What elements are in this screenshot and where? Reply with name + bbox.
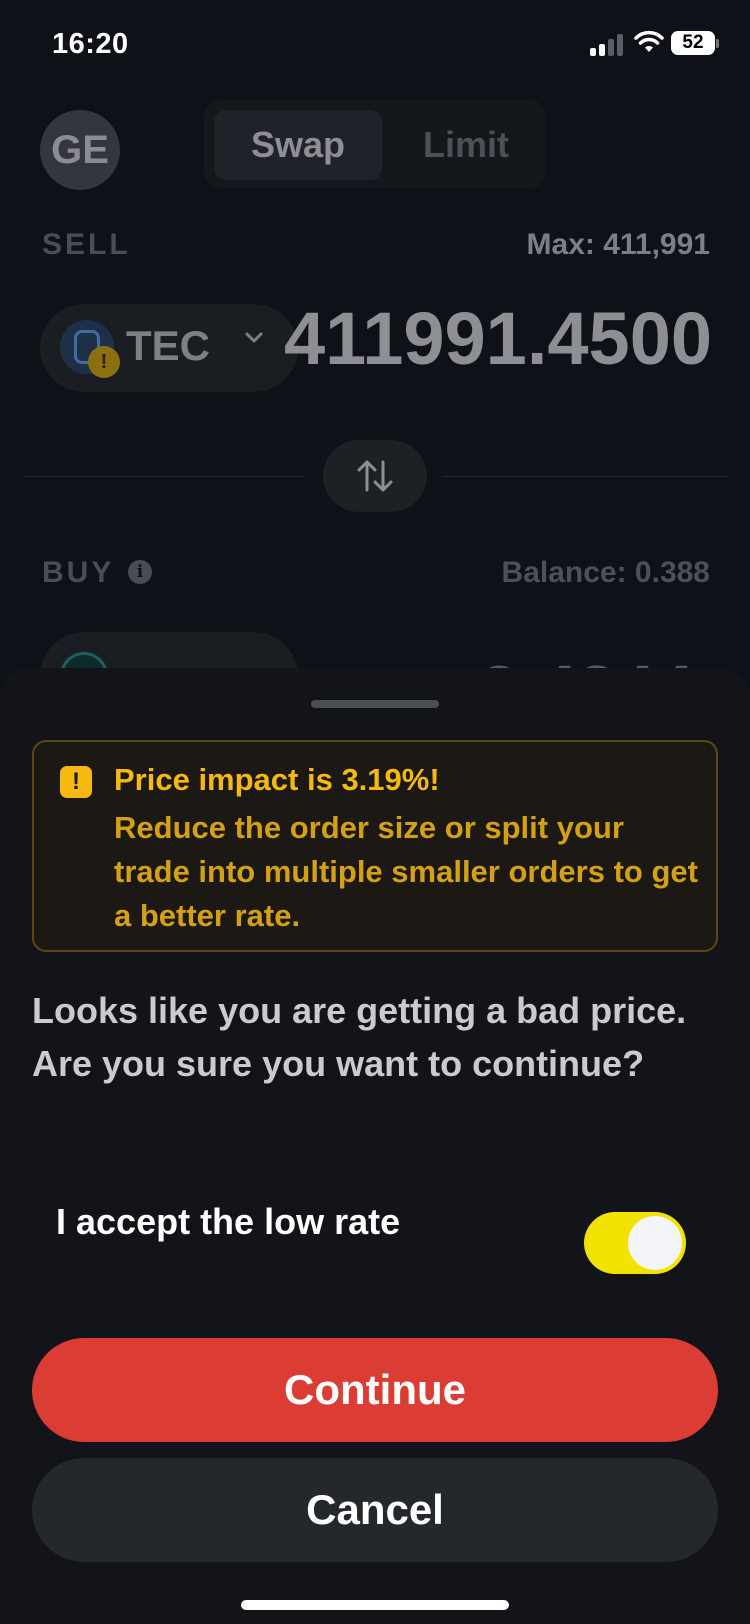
battery-icon: 52 [671,31,715,55]
warning-body: Reduce the order size or split your trad… [114,810,698,933]
swap-direction-button[interactable] [323,440,427,512]
home-indicator [241,1600,509,1610]
accept-low-rate-toggle[interactable] [584,1212,686,1274]
chevron-down-icon [245,332,263,343]
battery-nub [716,39,719,48]
balance-label: Balance: 0.388 [501,556,710,589]
accept-low-rate-label: I accept the low rate [56,1201,401,1242]
warning-icon: ! [60,766,92,798]
status-bar: 16:20 52 [0,0,750,90]
sell-amount-input[interactable]: 411991.4500 [284,296,712,381]
avatar[interactable]: GE [40,110,120,190]
warning-icon: ! [88,346,120,378]
sheet-grabber[interactable] [311,700,439,708]
cancel-button[interactable]: Cancel [32,1458,718,1562]
tab-limit[interactable]: Limit [396,110,536,180]
sell-label: SELL [42,228,131,261]
info-icon[interactable]: i [128,560,152,584]
price-impact-warning: ! Price impact is 3.19%! Reduce the orde… [32,740,718,952]
wifi-icon [634,30,664,52]
toggle-knob [628,1216,682,1270]
sell-token-name: TEC [126,322,210,369]
warning-title: Price impact is 3.19%! [114,762,440,797]
continue-button[interactable]: Continue [32,1338,718,1442]
mode-tabs: Swap Limit [204,100,546,188]
confirm-question: Looks like you are getting a bad price. … [32,990,687,1084]
signal-icon [590,32,626,56]
tab-swap[interactable]: Swap [214,110,382,180]
swap-screen: GE Swap Limit SELL Max: 411,991 ! TEC 41… [0,90,750,729]
buy-label: BUY [42,556,115,589]
confirm-sheet: ! Price impact is 3.19%! Reduce the orde… [0,668,750,1624]
divider [442,476,727,477]
swap-arrows-icon [357,460,393,492]
divider [25,476,305,477]
status-time: 16:20 [52,28,129,60]
max-button[interactable]: Max: 411,991 [527,228,710,262]
sell-token-selector[interactable]: ! TEC [40,304,298,392]
